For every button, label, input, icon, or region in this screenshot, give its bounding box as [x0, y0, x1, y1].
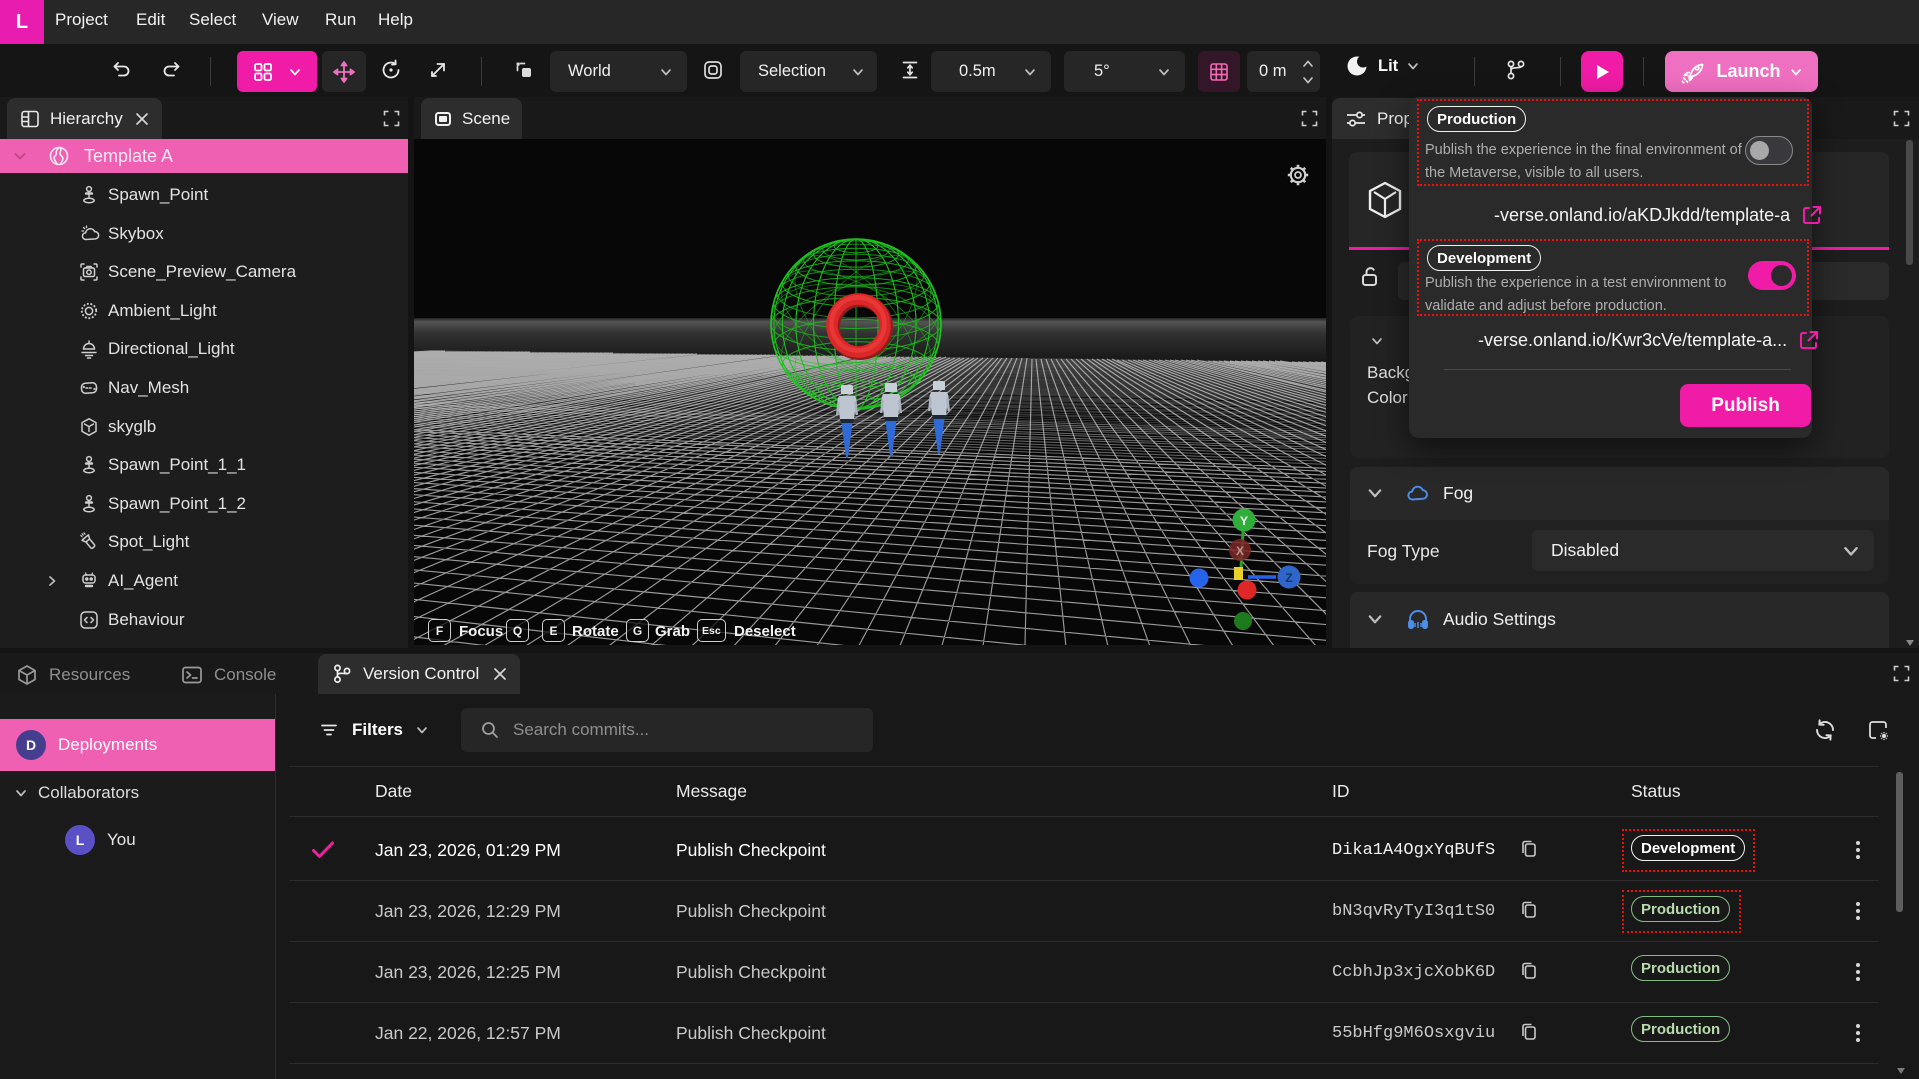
svg-text:X: X — [1236, 544, 1244, 558]
svg-text:Z: Z — [1285, 571, 1292, 585]
svg-text:Y: Y — [1240, 514, 1248, 528]
